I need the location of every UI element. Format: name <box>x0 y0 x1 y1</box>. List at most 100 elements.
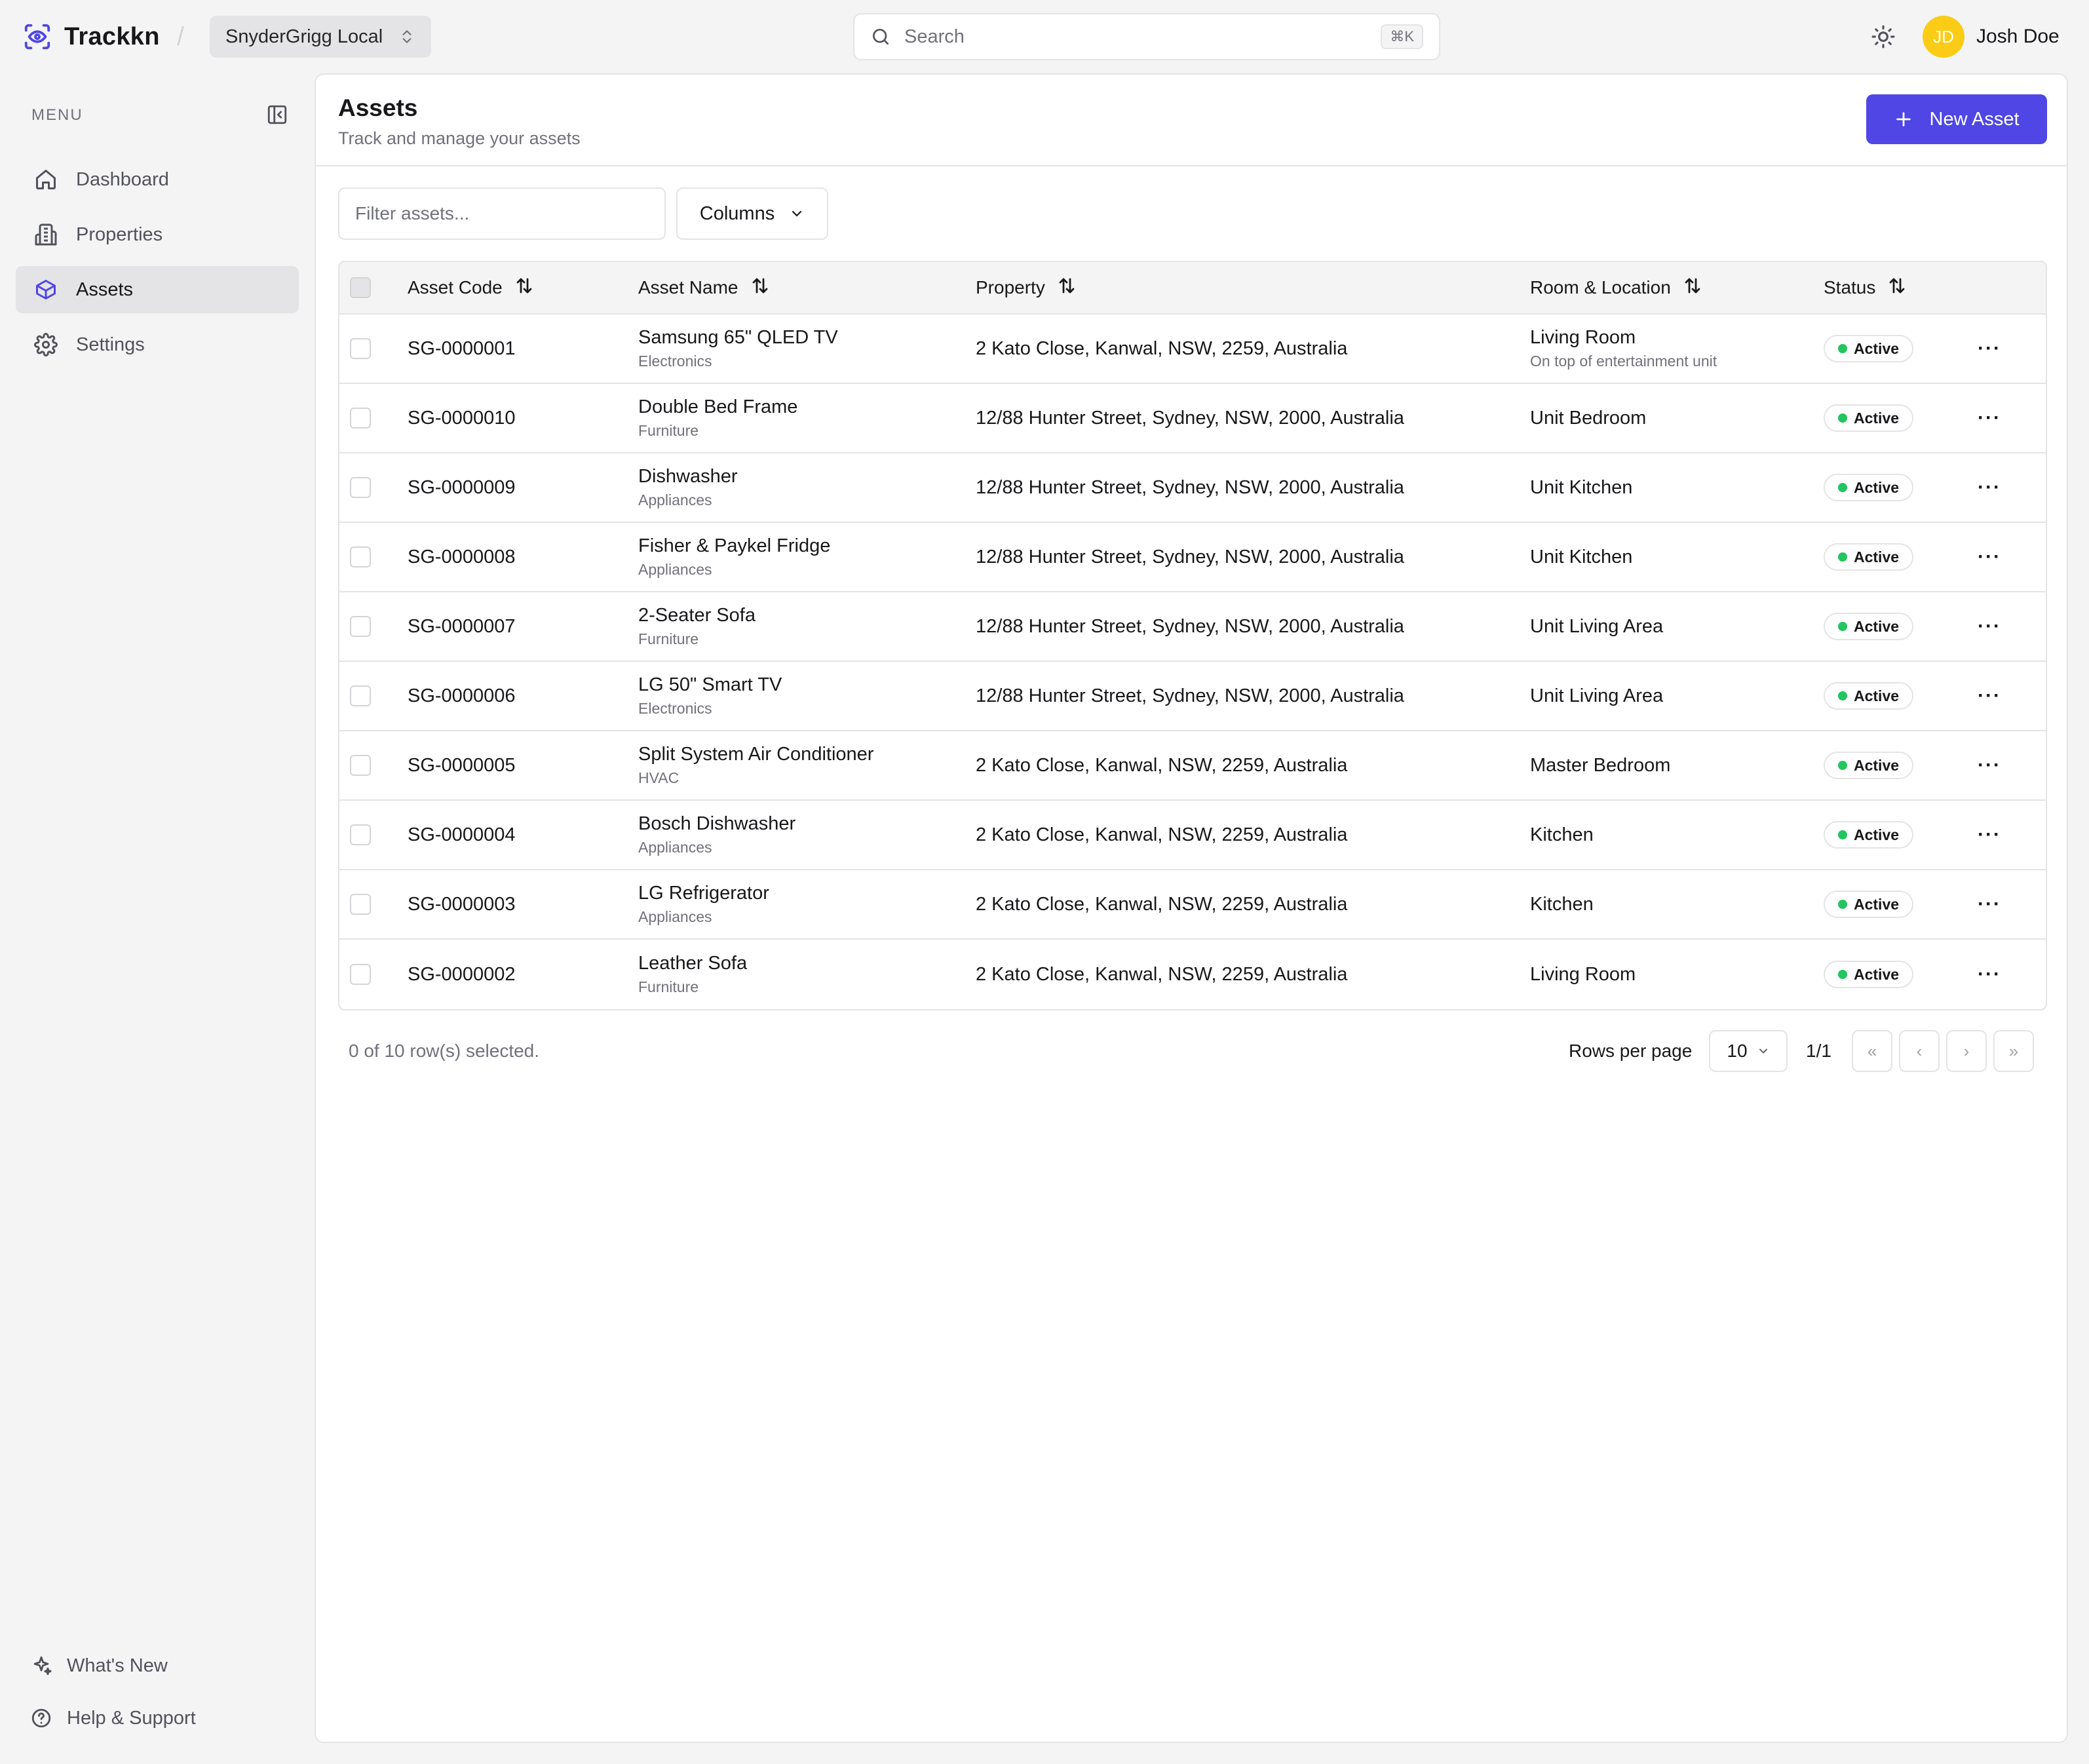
sidebar-item-properties[interactable]: Properties <box>16 211 299 258</box>
status-label: Active <box>1854 756 1900 774</box>
box-icon <box>33 277 59 303</box>
row-checkbox[interactable] <box>350 685 371 706</box>
more-actions-icon[interactable]: ··· <box>1978 337 2001 360</box>
more-actions-icon[interactable]: ··· <box>1978 963 2001 986</box>
room-name: Kitchen <box>1530 824 1594 845</box>
new-asset-button[interactable]: New Asset <box>1866 94 2047 144</box>
room-cell: Unit Living Area <box>1530 592 1663 661</box>
asset-code: SG-0000008 <box>408 546 516 567</box>
asset-name: Fisher & Paykel Fridge <box>638 535 831 556</box>
more-actions-icon[interactable]: ··· <box>1978 407 2001 429</box>
table-row[interactable]: SG-0000008 Fisher & Paykel Fridge Applianc… <box>339 523 2046 592</box>
table-row[interactable]: SG-0000005 Split System Air Conditioner HV… <box>339 731 2046 801</box>
help-support-link[interactable]: Help & Support <box>16 1695 299 1742</box>
asset-category: Electronics <box>638 700 712 717</box>
user-menu[interactable]: JD Josh Doe <box>1923 16 2060 58</box>
row-actions-cell: ··· <box>1970 870 2009 938</box>
more-actions-icon[interactable]: ··· <box>1978 754 2001 777</box>
property-cell: 12/88 Hunter Street, Sydney, NSW, 2000, … <box>976 662 1404 730</box>
sidebar-item-dashboard[interactable]: Dashboard <box>16 156 299 203</box>
status-label: Active <box>1854 409 1900 427</box>
row-actions-cell: ··· <box>1970 662 2009 730</box>
asset-name-cell: Bosch Dishwasher Appliances <box>638 801 795 869</box>
more-actions-icon[interactable]: ··· <box>1978 824 2001 846</box>
status-dot <box>1838 552 1847 562</box>
row-checkbox-cell <box>350 940 372 1009</box>
status-cell: Active <box>1824 801 1914 869</box>
rows-per-page-select[interactable]: 10 <box>1709 1030 1788 1072</box>
whats-new-link[interactable]: What's New <box>16 1642 299 1689</box>
select-all-checkbox[interactable] <box>350 277 371 298</box>
previous-page-button[interactable]: ‹ <box>1899 1030 1940 1072</box>
top-bar: Trackkn / SnyderGrigg Local Search ⌘K JD… <box>0 0 2089 73</box>
row-checkbox[interactable] <box>350 546 371 567</box>
header-status[interactable]: Status <box>1824 262 1907 313</box>
new-asset-label: New Asset <box>1929 108 2020 130</box>
header-property[interactable]: Property <box>976 262 1077 313</box>
row-checkbox[interactable] <box>350 477 371 498</box>
asset-code: SG-0000009 <box>408 476 516 498</box>
last-page-button[interactable]: » <box>1993 1030 2034 1072</box>
table-body: SG-0000001 Samsung 65" QLED TV Electronics… <box>339 315 2046 1009</box>
header-label: Asset Code <box>408 277 503 297</box>
next-page-button[interactable]: › <box>1946 1030 1987 1072</box>
more-actions-icon[interactable]: ··· <box>1978 893 2001 915</box>
table-row[interactable]: SG-0000002 Leather Sofa Furniture 2 Kato Cl… <box>339 940 2046 1009</box>
theme-toggle-button[interactable] <box>1868 21 1899 52</box>
row-checkbox[interactable] <box>350 894 371 915</box>
header-room-location[interactable]: Room & Location <box>1530 262 1702 313</box>
table-row[interactable]: SG-0000009 Dishwasher Appliances 12/88 Hunt… <box>339 453 2046 523</box>
header-asset-name[interactable]: Asset Name <box>638 262 770 313</box>
global-search[interactable]: Search ⌘K <box>853 13 1440 60</box>
status-dot <box>1838 483 1847 492</box>
asset-name-cell: Fisher & Paykel Fridge Appliances <box>638 523 830 591</box>
sidebar-nav: Dashboard Properties Assets Settings <box>16 156 299 376</box>
chevrons-up-down-icon <box>402 30 412 43</box>
sidebar-collapse-icon[interactable] <box>266 104 288 126</box>
sidebar-item-settings[interactable]: Settings <box>16 321 299 368</box>
room-cell: Unit Living Area <box>1530 662 1663 730</box>
user-name: Josh Doe <box>1976 26 2060 47</box>
asset-code: SG-0000006 <box>408 685 516 706</box>
org-switcher[interactable]: SnyderGrigg Local <box>210 16 431 58</box>
more-actions-icon[interactable]: ··· <box>1978 476 2001 499</box>
asset-code-cell: SG-0000001 <box>408 315 515 383</box>
asset-code-cell: SG-0000009 <box>408 453 515 522</box>
first-page-button[interactable]: « <box>1852 1030 1892 1072</box>
row-checkbox[interactable] <box>350 338 371 359</box>
columns-button[interactable]: Columns <box>676 187 828 240</box>
rows-per-page-label: Rows per page <box>1569 1041 1693 1061</box>
table-row[interactable]: SG-0000007 2-Seater Sofa Furniture 12/88 Hu… <box>339 592 2046 662</box>
header-asset-code[interactable]: Asset Code <box>408 262 534 313</box>
table-row[interactable]: SG-0000004 Bosch Dishwasher Appliances 2 Ka… <box>339 801 2046 870</box>
table-row[interactable]: SG-0000010 Double Bed Frame Furniture 12/88… <box>339 384 2046 453</box>
row-checkbox-cell <box>350 870 372 938</box>
more-actions-icon[interactable]: ··· <box>1978 546 2001 568</box>
row-checkbox[interactable] <box>350 964 371 985</box>
asset-category: Furniture <box>638 422 699 439</box>
table-row[interactable]: SG-0000003 LG Refrigerator Appliances 2 Kat… <box>339 870 2046 940</box>
status-cell: Active <box>1824 384 1914 452</box>
room-cell: Living Room <box>1530 940 1636 1009</box>
status-badge: Active <box>1824 891 1914 918</box>
row-checkbox[interactable] <box>350 824 371 845</box>
help-icon <box>31 1708 51 1728</box>
more-actions-icon[interactable]: ··· <box>1978 685 2001 707</box>
row-checkbox[interactable] <box>350 755 371 776</box>
row-checkbox-cell <box>350 453 372 522</box>
filter-assets-input[interactable]: Filter assets... <box>338 187 666 240</box>
status-dot <box>1838 413 1847 423</box>
table-row[interactable]: SG-0000001 Samsung 65" QLED TV Electronics… <box>339 315 2046 384</box>
asset-name-cell: LG 50" Smart TV Electronics <box>638 662 782 730</box>
sidebar-item-assets[interactable]: Assets <box>16 266 299 313</box>
row-checkbox[interactable] <box>350 616 371 637</box>
asset-name: Double Bed Frame <box>638 396 798 417</box>
filter-placeholder: Filter assets... <box>355 203 470 223</box>
more-actions-icon[interactable]: ··· <box>1978 615 2001 638</box>
status-badge: Active <box>1824 613 1914 640</box>
status-badge: Active <box>1824 682 1914 710</box>
brand[interactable]: Trackkn <box>22 20 160 54</box>
row-checkbox[interactable] <box>350 408 371 429</box>
asset-name: Split System Air Conditioner <box>638 744 874 765</box>
table-row[interactable]: SG-0000006 LG 50" Smart TV Electronics 12/8… <box>339 662 2046 731</box>
